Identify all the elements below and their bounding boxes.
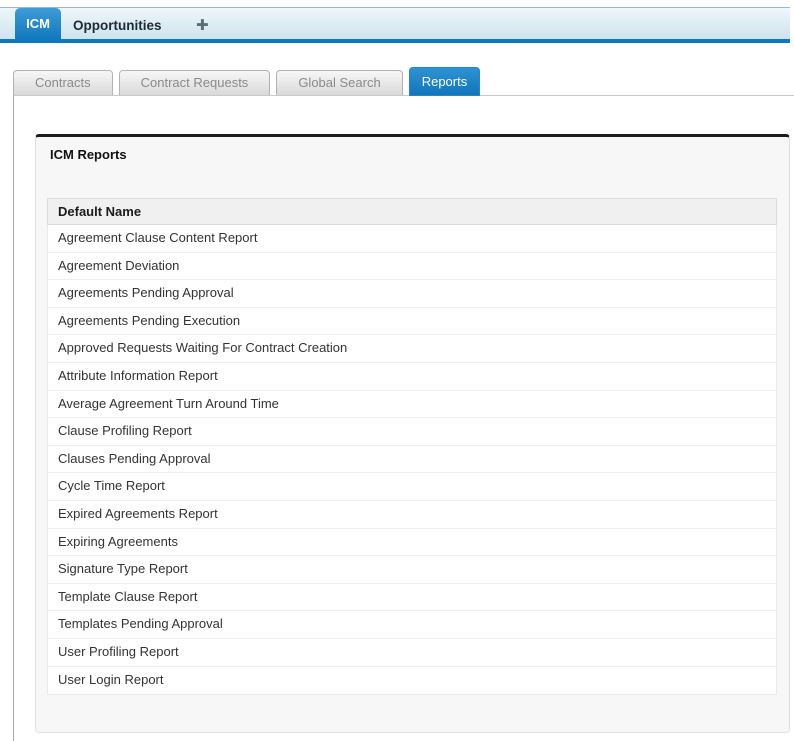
report-row[interactable]: Expired Agreements Report [48, 501, 776, 529]
column-header-default-name: Default Name [47, 198, 777, 225]
tab-contracts[interactable]: Contracts [13, 70, 113, 96]
report-row[interactable]: Templates Pending Approval [48, 611, 776, 639]
app-tab-bar: ICM Opportunities ✚ [0, 7, 790, 43]
report-row[interactable]: User Login Report [48, 667, 776, 695]
tab-global-search[interactable]: Global Search [276, 70, 402, 96]
tab-icm[interactable]: ICM [15, 8, 61, 39]
report-row[interactable]: Agreement Deviation [48, 253, 776, 281]
app-root: ICM Opportunities ✚ Contracts Contract R… [0, 0, 794, 741]
report-row[interactable]: Average Agreement Turn Around Time [48, 391, 776, 419]
reports-table-body: Agreement Clause Content Report Agreemen… [47, 225, 777, 695]
tab-reports[interactable]: Reports [409, 67, 481, 96]
panel-title: ICM Reports [50, 147, 127, 162]
report-row[interactable]: User Profiling Report [48, 639, 776, 667]
report-row[interactable]: Attribute Information Report [48, 363, 776, 391]
reports-table: Default Name Agreement Clause Content Re… [47, 198, 777, 695]
report-row[interactable]: Agreements Pending Execution [48, 308, 776, 336]
tab-opportunities[interactable]: Opportunities [73, 8, 162, 44]
report-row[interactable]: Clauses Pending Approval [48, 446, 776, 474]
report-row[interactable]: Agreements Pending Approval [48, 280, 776, 308]
report-row[interactable]: Expiring Agreements [48, 529, 776, 557]
add-tab-button[interactable]: ✚ [196, 8, 209, 44]
report-row[interactable]: Agreement Clause Content Report [48, 225, 776, 253]
report-row[interactable]: Clause Profiling Report [48, 418, 776, 446]
report-row[interactable]: Template Clause Report [48, 584, 776, 612]
tab-contract-requests[interactable]: Contract Requests [119, 70, 271, 96]
plus-icon: ✚ [196, 17, 209, 34]
report-row[interactable]: Cycle Time Report [48, 473, 776, 501]
module-tab-bar: Contracts Contract Requests Global Searc… [13, 70, 486, 96]
report-row[interactable]: Approved Requests Waiting For Contract C… [48, 335, 776, 363]
report-row[interactable]: Signature Type Report [48, 556, 776, 584]
